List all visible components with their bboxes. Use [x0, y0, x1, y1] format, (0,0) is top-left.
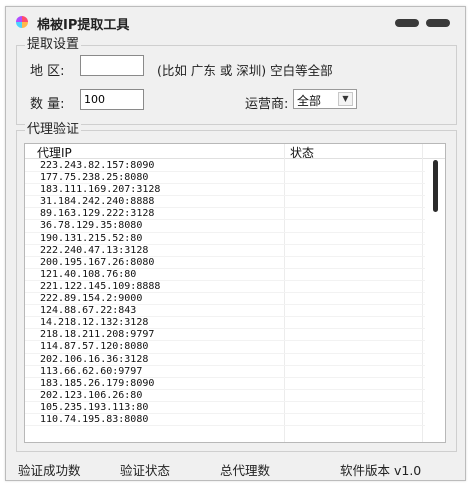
table-row[interactable]: 89.163.129.222:3128: [25, 208, 425, 221]
table-row[interactable]: 177.75.238.25:8080: [25, 172, 425, 185]
column-header-status[interactable]: 状态: [290, 144, 314, 161]
table-row[interactable]: 105.235.193.113:80: [25, 402, 425, 414]
table-row[interactable]: 183.185.26.179:8090: [25, 378, 425, 390]
window-title: 棉被IP提取工具: [37, 18, 130, 33]
app-logo-icon: [16, 16, 28, 28]
extract-settings-label: 提取设置: [25, 37, 82, 53]
minimize-button[interactable]: [395, 19, 419, 27]
table-row[interactable]: 222.89.154.2:9000: [25, 293, 425, 306]
operator-select[interactable]: 全部 ▼: [293, 89, 357, 109]
column-header-ip[interactable]: 代理IP: [37, 144, 72, 161]
proxy-rows: 223.243.82.157:8090 177.75.238.25:8080 183…: [25, 160, 425, 427]
table-row[interactable]: 202.123.106.26:80: [25, 390, 425, 402]
table-row[interactable]: 121.40.108.76:80: [25, 269, 425, 281]
table-row[interactable]: 223.243.82.157:8090: [25, 160, 425, 173]
proxy-list[interactable]: 代理IP 状态 223.243.82.157:8090 177.75.238.25…: [24, 143, 446, 443]
table-row[interactable]: 190.131.215.52:80: [25, 233, 425, 245]
chevron-down-icon[interactable]: ▼: [338, 92, 353, 106]
operator-label: 运营商:: [245, 97, 289, 112]
region-label: 地 区:: [30, 64, 65, 79]
region-hint: (比如 广东 或 深圳) 空白等全部: [157, 63, 333, 78]
quantity-label: 数 量:: [30, 97, 65, 112]
list-header: 代理IP 状态: [25, 144, 445, 161]
table-row[interactable]: 110.74.195.83:8080: [25, 414, 425, 427]
close-button[interactable]: [426, 19, 450, 27]
table-row[interactable]: 14.218.12.132:3128: [25, 317, 425, 330]
region-input[interactable]: [80, 55, 144, 76]
table-row[interactable]: 124.88.67.22:843: [25, 305, 425, 318]
quantity-input[interactable]: [80, 89, 144, 110]
scrollbar-thumb[interactable]: [433, 160, 438, 212]
table-row[interactable]: 222.240.47.13:3128: [25, 245, 425, 257]
table-row[interactable]: 114.87.57.120:8080: [25, 341, 425, 354]
table-row[interactable]: 31.184.242.240:8888: [25, 196, 425, 209]
table-row[interactable]: 221.122.145.109:8888: [25, 281, 425, 294]
table-row[interactable]: 113.66.62.60:9797: [25, 366, 425, 378]
status-bar: 验证成功数 验证状态 总代理数 软件版本 v1.0: [6, 457, 465, 479]
table-row[interactable]: 218.18.211.208:9797: [25, 329, 425, 342]
table-row[interactable]: 183.111.169.207:3128: [25, 184, 425, 197]
total-proxies-label: 总代理数: [220, 463, 271, 478]
proxy-verify-label: 代理验证: [25, 122, 82, 138]
version-label: 软件版本 v1.0: [340, 463, 422, 478]
table-row[interactable]: 200.195.167.26:8080: [25, 257, 425, 269]
title-bar[interactable]: 棉被IP提取工具: [6, 7, 465, 35]
app-window: 棉被IP提取工具 提取设置 地 区: (比如 广东 或 深圳) 空白等全部 数 …: [5, 6, 466, 481]
table-row[interactable]: 202.106.16.36:3128: [25, 354, 425, 366]
verify-status-label: 验证状态: [120, 463, 171, 478]
success-count-label: 验证成功数: [18, 463, 81, 478]
table-row[interactable]: 36.78.129.35:8080: [25, 220, 425, 233]
operator-value: 全部: [297, 94, 322, 108]
